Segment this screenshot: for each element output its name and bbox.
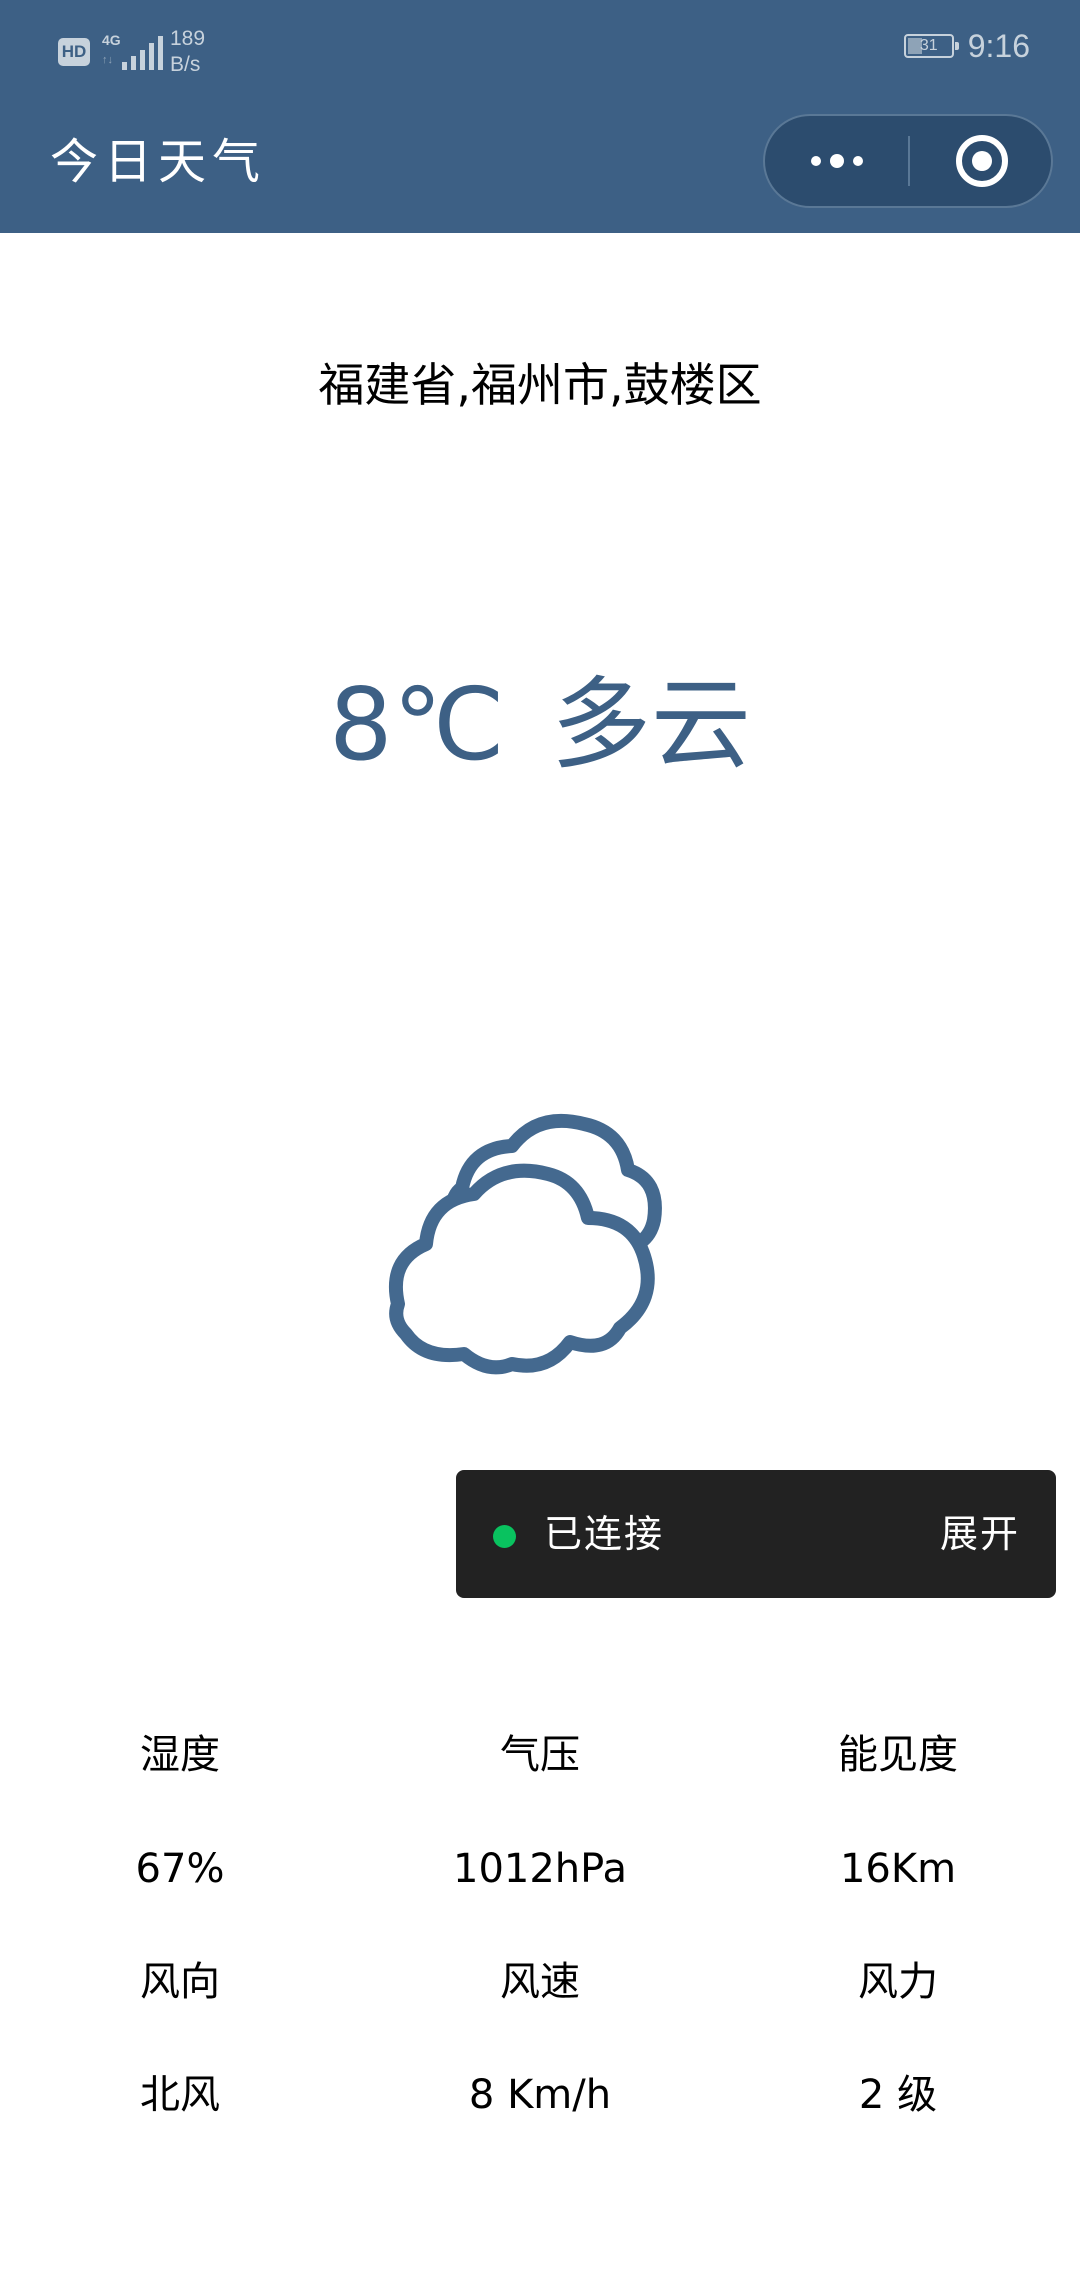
battery-icon: 31: [903, 34, 959, 58]
target-close-icon[interactable]: [911, 116, 1053, 206]
humidity-label: 湿度: [140, 1732, 220, 1778]
network-speed-unit: B/s: [170, 53, 201, 76]
wind-direction-label: 风向: [140, 1959, 220, 2005]
visibility-label: 能见度: [838, 1732, 958, 1778]
network-type-label: 4G: [102, 32, 121, 48]
wind-speed-value: 8 Km/h: [468, 2072, 612, 2118]
weather-condition: 多云: [550, 666, 751, 783]
location-label: 福建省,福州市,鼓楼区: [318, 358, 762, 412]
humidity-value: 67%: [135, 1846, 225, 1892]
battery-level: 31: [919, 37, 938, 54]
app-header: HD 4G ↑↓ 189 B/s 31 9:16 今日天气: [0, 0, 1080, 233]
connected-dot-icon: [493, 1525, 516, 1548]
capsule-divider: [908, 136, 910, 186]
detail-row: 风向 风速 风力: [0, 1947, 1080, 2017]
wind-direction-value: 北风: [140, 2072, 220, 2118]
temperature-value: 8℃: [329, 666, 505, 783]
visibility-value: 16Km: [839, 1846, 957, 1892]
status-clock: 9:16: [967, 27, 1030, 64]
status-bar-left: HD 4G ↑↓ 189 B/s: [58, 22, 205, 82]
mini-program-capsule: [763, 114, 1053, 208]
wind-force-value: 2 级: [858, 2072, 938, 2118]
signal-bars-icon: 4G ↑↓: [102, 30, 163, 74]
more-dots-icon[interactable]: [765, 116, 909, 206]
connection-status: 已连接: [544, 1512, 665, 1556]
page-title: 今日天气: [50, 134, 267, 190]
wind-speed-label: 风速: [500, 1959, 580, 2005]
pressure-value: 1012hPa: [453, 1846, 627, 1892]
detail-row: 67% 1012hPa 16Km: [0, 1834, 1080, 1904]
expand-button[interactable]: 展开: [940, 1502, 1020, 1566]
connection-toast: 已连接 展开: [456, 1470, 1056, 1598]
detail-row: 湿度 气压 能见度: [0, 1720, 1080, 1790]
hd-badge: HD: [58, 38, 90, 66]
network-speed-value: 189: [170, 27, 206, 50]
status-bar-right: 31 9:16: [903, 26, 1030, 66]
current-weather: 8℃ 多云: [0, 660, 1080, 790]
network-speed: 189 B/s: [170, 26, 205, 78]
pressure-label: 气压: [500, 1732, 580, 1778]
partly-cloudy-icon: [370, 1110, 710, 1390]
network-activity-arrows: ↑↓: [102, 54, 113, 66]
wind-force-label: 风力: [858, 1959, 938, 2005]
detail-row: 北风 8 Km/h 2 级: [0, 2060, 1080, 2130]
